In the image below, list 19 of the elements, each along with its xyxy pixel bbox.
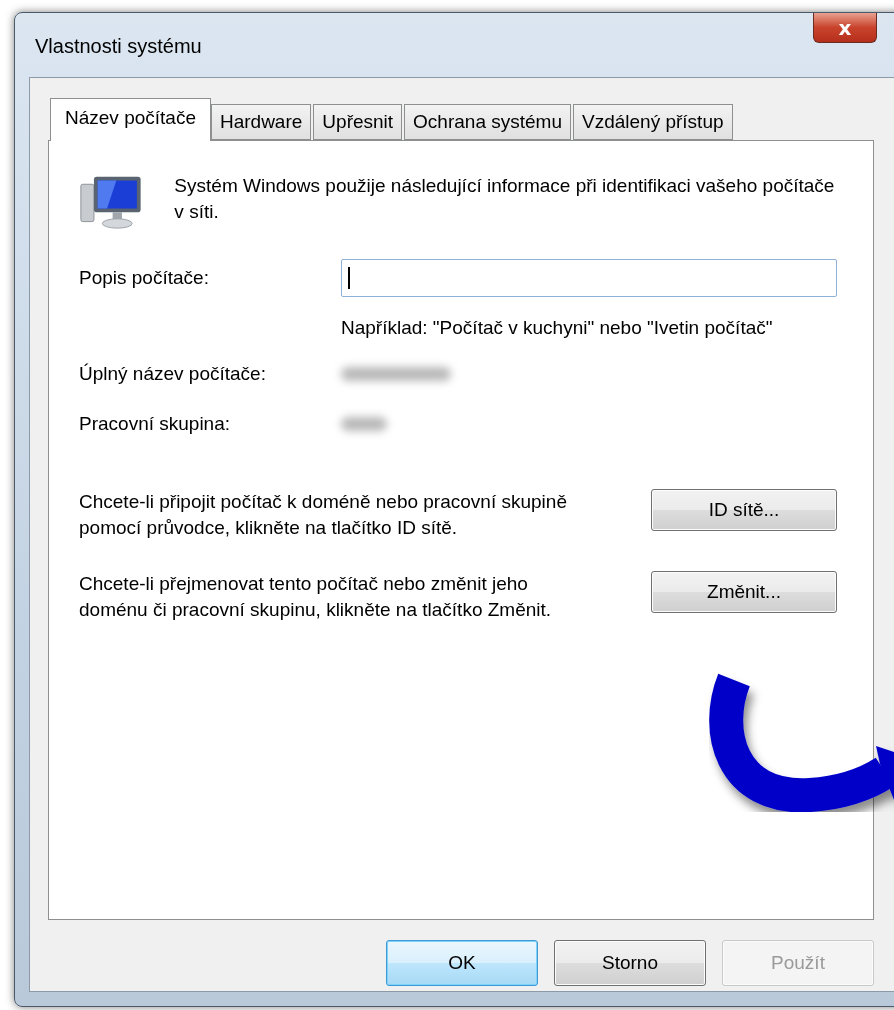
instruction-text: Chcete-li přejmenovat tento počítač nebo změnit jeho doménu či pracovní skupinu, klikněte na tlačítko Změnit.: [79, 572, 553, 622]
action-button[interactable]: ID sítě...: [651, 489, 837, 531]
info-label: Pracovní skupina:: [79, 412, 232, 436]
hint-text: Například: "Počítač v kuchyni" nebo "Ivetin počítač": [341, 316, 774, 340]
action-button[interactable]: Změnit...: [651, 571, 837, 613]
intro-text: Systém Windows použije následující informace při identifikaci vašeho počítače v síti.: [174, 174, 836, 224]
field-label: Popis počítače:: [79, 266, 210, 290]
info-label: Úplný název počítače:: [79, 362, 267, 386]
instruction-text: Chcete-li připojit počítač k doméně nebo pracovní skupině pomocí průvodce, klikněte na tlačítko ID sítě.: [79, 490, 568, 540]
close-button[interactable]: x: [813, 13, 877, 43]
tab[interactable]: Vzdálený přístup: [573, 104, 733, 140]
description-field[interactable]: [341, 259, 837, 297]
dialog-button[interactable]: Storno: [554, 940, 706, 986]
window-title: Vlastnosti systému: [35, 35, 202, 58]
dialog-button[interactable]: OK: [386, 940, 538, 986]
tab[interactable]: Hardware: [210, 104, 312, 140]
tab[interactable]: Upřesnit: [313, 104, 403, 140]
tab[interactable]: Ochrana systému: [404, 104, 571, 140]
tab[interactable]: Název počítače: [50, 98, 211, 141]
